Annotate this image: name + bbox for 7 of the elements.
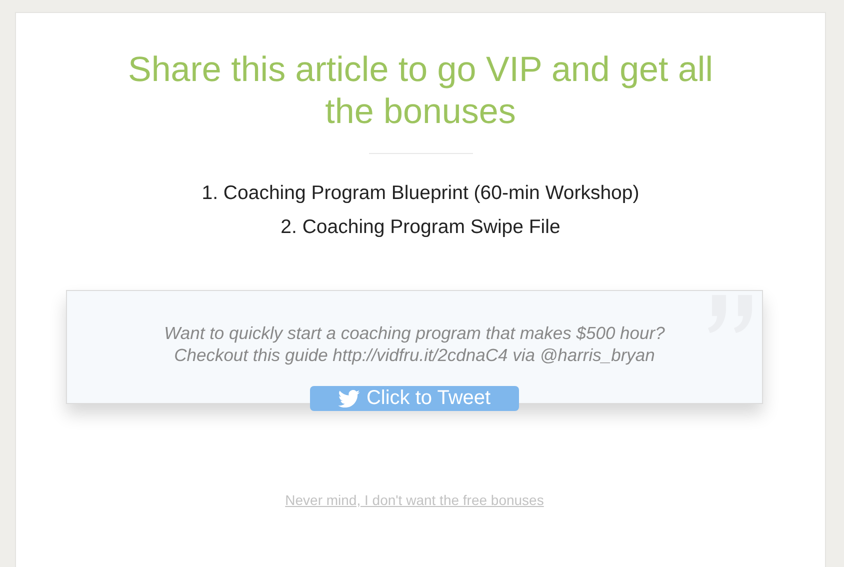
- decline-link[interactable]: Never mind, I don't want the free bonuses: [285, 492, 544, 508]
- page-title: Share this article to go VIP and get all the bonuses: [127, 49, 714, 133]
- tweet-button[interactable]: Click to Tweet: [310, 386, 519, 411]
- bonus-item: 2. Coaching Program Swipe File: [280, 215, 560, 240]
- bird-icon: [338, 390, 360, 408]
- bonus-item: 1. Coaching Program Blueprint (60-min Workshop): [202, 181, 640, 206]
- tweet-text: Want to quickly start a coaching program that makes $500 hour? Checkout this guide http://vidfru.it/2cdnaC4 via @harris_bryan: [164, 322, 665, 366]
